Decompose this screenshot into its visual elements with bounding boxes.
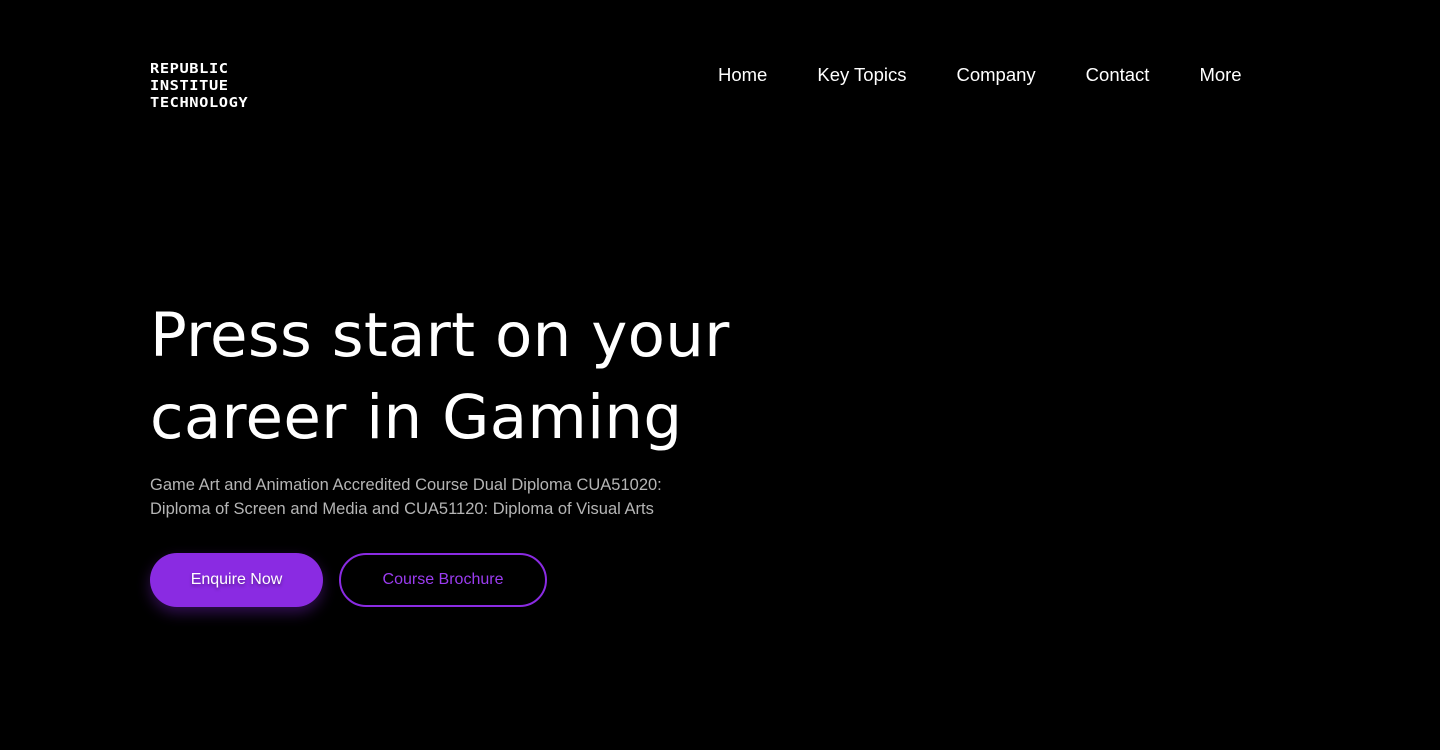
nav-item-key-topics[interactable]: Key Topics: [817, 62, 906, 88]
hero-title-line-1: Press start on your: [150, 300, 730, 371]
nav-item-company[interactable]: Company: [956, 62, 1035, 88]
main-nav: Home Key Topics Company Contact More: [718, 62, 1242, 88]
site-logo[interactable]: REPUBLIC INSTITUE TECHNOLOGY: [150, 61, 248, 112]
hero-subtitle-line-1: Game Art and Animation Accredited Course…: [150, 476, 662, 494]
enquire-now-label: Enquire Now: [190, 571, 283, 588]
hero-subtitle: Game Art and Animation Accredited Course…: [150, 473, 750, 521]
logo-line-2: INSTITUE: [150, 79, 229, 94]
hero-subtitle-line-2: Diploma of Screen and Media and CUA51120…: [150, 500, 654, 518]
enquire-now-button[interactable]: Enquire Now: [150, 553, 323, 607]
nav-item-more[interactable]: More: [1199, 62, 1241, 88]
hero-title: Press start on your career in Gaming: [150, 295, 850, 459]
nav-item-home[interactable]: Home: [718, 62, 767, 88]
logo-line-1: REPUBLIC: [150, 62, 229, 77]
course-brochure-button[interactable]: Course Brochure: [339, 553, 547, 607]
hero-title-line-2: career in Gaming: [150, 382, 683, 453]
course-brochure-label: Course Brochure: [382, 571, 504, 588]
logo-line-3: TECHNOLOGY: [150, 96, 249, 111]
nav-item-contact[interactable]: Contact: [1086, 62, 1150, 88]
